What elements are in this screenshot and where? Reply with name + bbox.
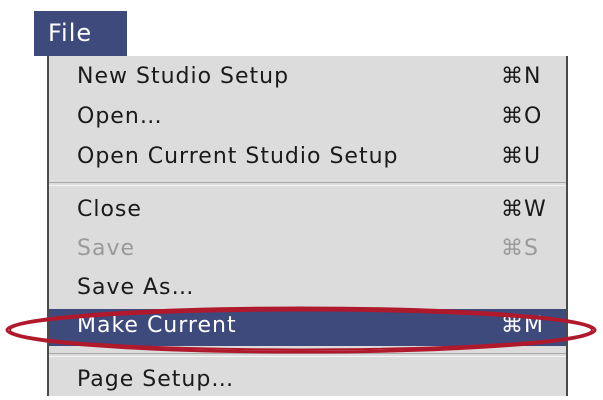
menu-item-open[interactable]: Open… ⌘O bbox=[49, 100, 566, 137]
menu-item-shortcut: ⌘W bbox=[501, 197, 547, 222]
menu-item-save: Save ⌘S bbox=[49, 232, 566, 269]
menu-item-shortcut: ⌘N bbox=[501, 64, 542, 89]
menu-item-label: Save As… bbox=[77, 275, 195, 300]
menu-item-open-current-studio-setup[interactable]: Open Current Studio Setup ⌘U bbox=[49, 140, 566, 177]
menu-item-shortcut: ⌘U bbox=[501, 144, 542, 169]
file-menu-dropdown: New Studio Setup ⌘N Open… ⌘O Open Curren… bbox=[47, 56, 568, 396]
menu-item-label: Open… bbox=[77, 104, 163, 129]
menu-item-make-current[interactable]: Make Current ⌘M bbox=[49, 309, 566, 346]
menu-item-save-as[interactable]: Save As… bbox=[49, 271, 566, 308]
menu-item-label: Page Setup… bbox=[77, 367, 235, 392]
menu-item-label: Open Current Studio Setup bbox=[77, 144, 399, 169]
menu-item-new-studio-setup[interactable]: New Studio Setup ⌘N bbox=[49, 60, 566, 97]
menu-item-shortcut: ⌘M bbox=[501, 313, 544, 338]
menu-item-page-setup[interactable]: Page Setup… bbox=[49, 363, 566, 400]
menu-item-label: Close bbox=[77, 197, 142, 222]
menu-item-label: Make Current bbox=[77, 313, 237, 338]
menu-item-label: New Studio Setup bbox=[77, 64, 290, 89]
menu-separator bbox=[49, 182, 566, 186]
file-menu-title[interactable]: File bbox=[34, 11, 127, 56]
menu-item-label: Save bbox=[77, 236, 136, 261]
menu-item-shortcut: ⌘O bbox=[501, 104, 543, 129]
menu-separator bbox=[49, 353, 566, 357]
menu-item-shortcut: ⌘S bbox=[501, 236, 539, 261]
menu-item-close[interactable]: Close ⌘W bbox=[49, 193, 566, 230]
